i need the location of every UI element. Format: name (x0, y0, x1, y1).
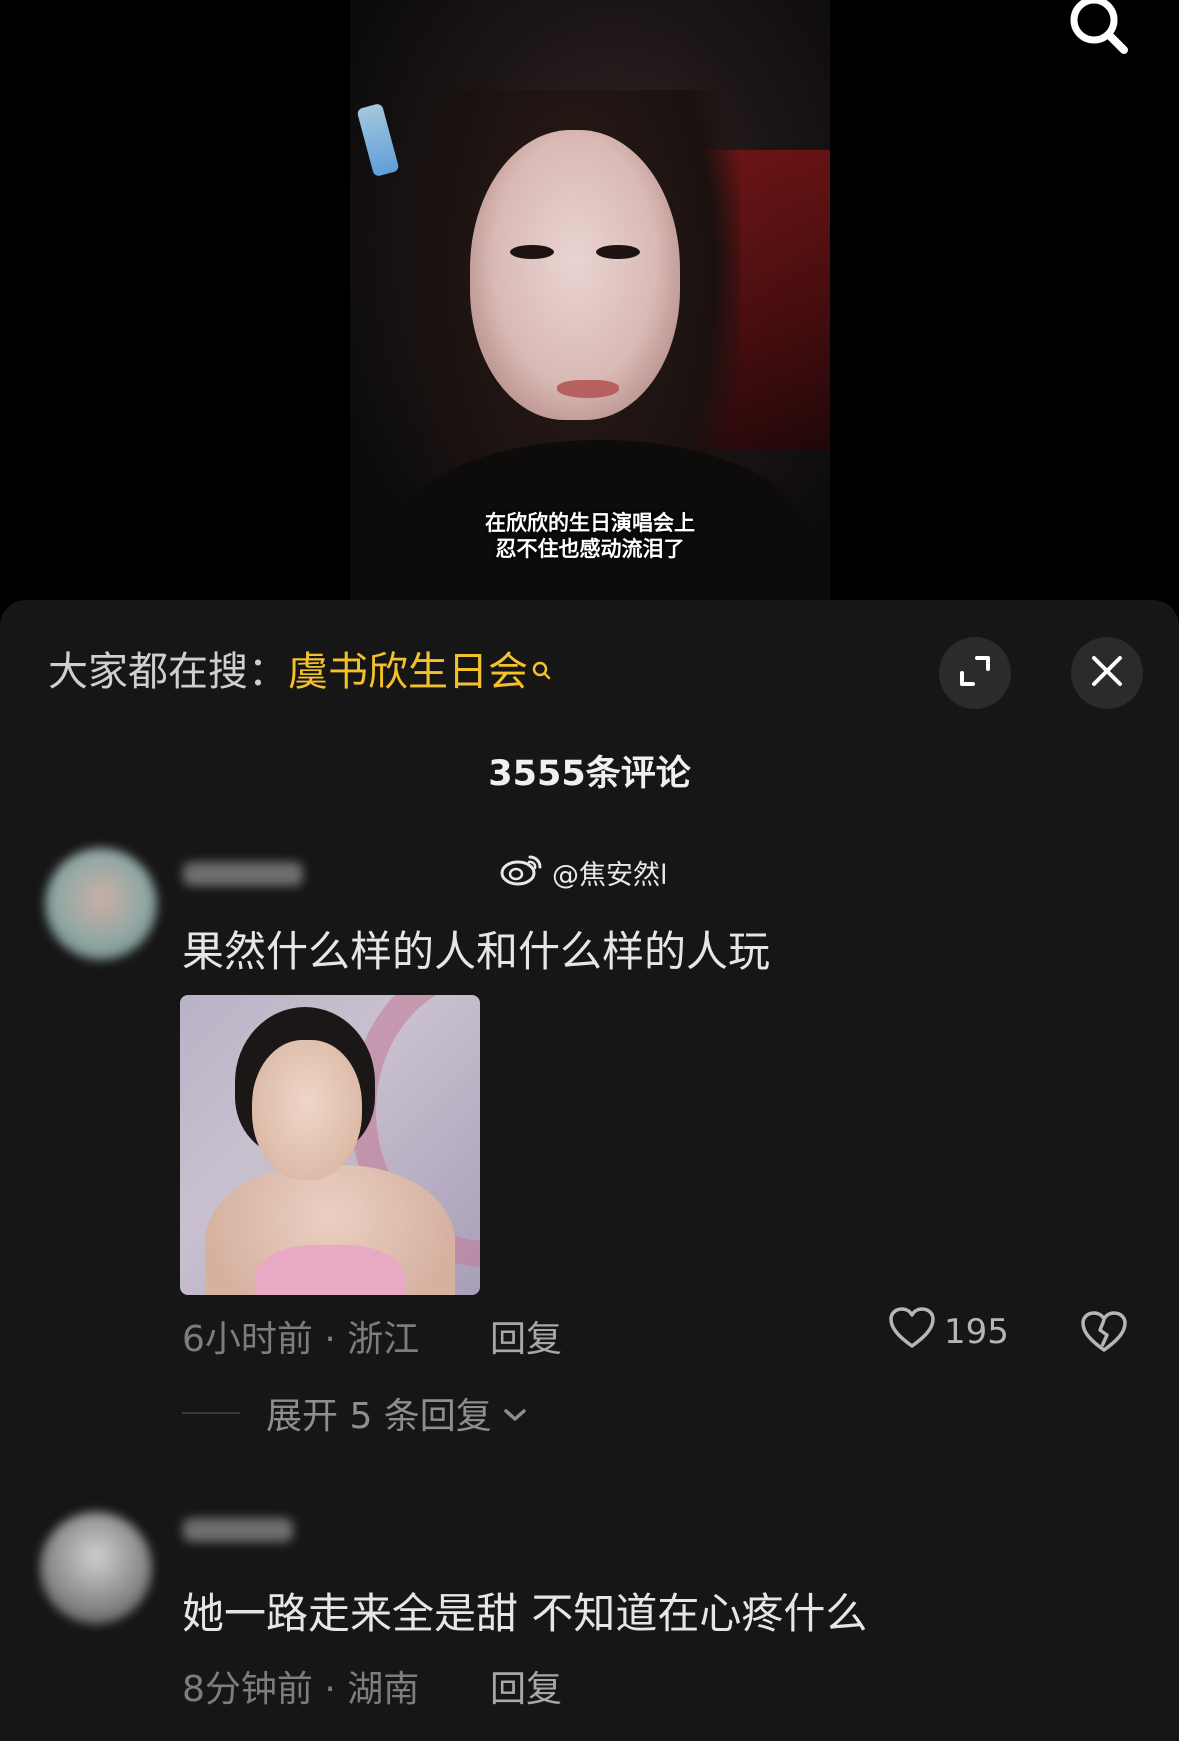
username-blurred[interactable] (183, 856, 303, 890)
video-player[interactable]: 在欣欣的生日演唱会上 忍不住也感动流泪了 (0, 0, 1179, 620)
dislike-button[interactable] (1080, 1308, 1128, 1356)
trending-keyword[interactable]: 虞书欣生日会 (288, 649, 528, 695)
search-icon (1058, 0, 1138, 64)
trending-search[interactable]: 大家都在搜：虞书欣生日会 (48, 647, 552, 697)
expand-replies-button[interactable]: 展开 5 条回复 (182, 1390, 528, 1437)
heart-icon (888, 1306, 936, 1359)
avatar[interactable] (45, 848, 157, 960)
expand-icon (957, 653, 993, 693)
trending-prefix: 大家都在搜： (48, 649, 288, 695)
comment-meta: 6小时前 · 浙江 (182, 1319, 420, 1360)
like-button[interactable]: 195 (888, 1306, 1009, 1359)
broken-heart-icon (1080, 1311, 1128, 1360)
search-icon (530, 647, 552, 697)
like-count: 195 (944, 1312, 1009, 1352)
reply-button[interactable]: 回复 (490, 1310, 562, 1362)
video-caption-line: 忍不住也感动流泪了 (495, 537, 685, 561)
expand-button[interactable] (939, 637, 1011, 709)
search-button[interactable] (1058, 0, 1138, 60)
weibo-icon (500, 851, 544, 894)
watermark: @焦安然l (500, 852, 668, 892)
comment-text: 果然什么样的人和什么样的人玩 (182, 927, 771, 976)
comment-text: 她一路走来全是甜 不知道在心疼什么 (182, 1589, 868, 1638)
expand-replies-label: 展开 5 条回复 (266, 1396, 492, 1437)
video-caption: 在欣欣的生日演唱会上 忍不住也感动流泪了 (350, 510, 830, 562)
avatar[interactable] (40, 1512, 152, 1624)
comment-meta: 8分钟前 · 湖南 (182, 1669, 420, 1710)
divider (182, 1412, 240, 1414)
chevron-down-icon (502, 1393, 528, 1434)
close-icon (1091, 655, 1123, 691)
comment-image[interactable] (180, 995, 480, 1295)
video-caption-line: 在欣欣的生日演唱会上 (485, 511, 695, 535)
reply-button[interactable]: 回复 (490, 1660, 562, 1712)
watermark-text: @焦安然l (552, 859, 668, 891)
close-button[interactable] (1071, 637, 1143, 709)
username-blurred[interactable] (183, 1512, 293, 1546)
comment-count: 3555条评论 (488, 754, 691, 794)
